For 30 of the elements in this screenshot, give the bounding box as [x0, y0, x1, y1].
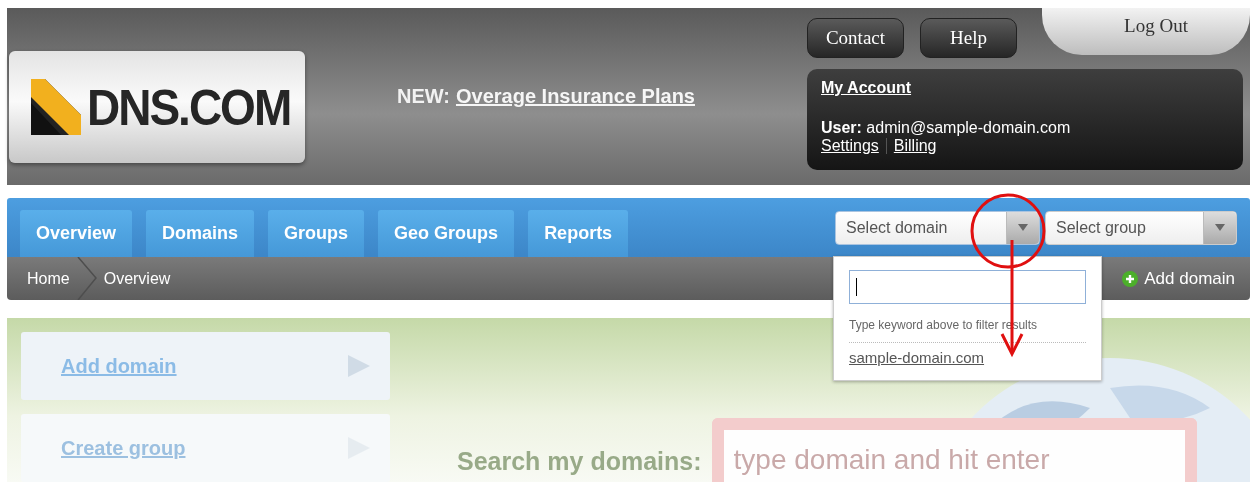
plus-icon: [1122, 270, 1139, 287]
add-domain-link[interactable]: Add domain: [1122, 268, 1235, 289]
breadcrumb-item[interactable]: Overview: [103, 269, 171, 288]
domain-option[interactable]: sample-domain.com: [849, 348, 1086, 366]
select-dropdown[interactable]: Select group: [1045, 210, 1237, 245]
announcement-label: NEW:: [397, 85, 450, 108]
select-dropdown[interactable]: Select domain: [835, 210, 1040, 245]
search-label: Search my domains:: [457, 447, 702, 477]
account-link[interactable]: Billing: [893, 137, 937, 155]
caret-icon: [1215, 224, 1225, 231]
nav-tab[interactable]: Domains: [146, 210, 255, 257]
caret-icon: [1018, 224, 1028, 231]
header-button[interactable]: Help: [920, 18, 1017, 58]
search-field[interactable]: type domain and hit enter: [711, 418, 1197, 482]
filter-input[interactable]: [849, 269, 1086, 304]
account-link[interactable]: Settings: [821, 137, 879, 155]
nav-tab[interactable]: Reports: [528, 210, 629, 257]
header-button[interactable]: Contact: [807, 18, 904, 58]
nav-tab[interactable]: Overview: [20, 210, 133, 257]
breadcrumb-separator: [75, 257, 98, 300]
nav-tab[interactable]: Geo Groups: [378, 210, 515, 257]
logo-stripes-icon: [31, 78, 81, 135]
logo-text: DNS.COM: [87, 76, 291, 137]
my-account-link[interactable]: My Account: [821, 79, 1229, 97]
announcement-link[interactable]: Overage Insurance Plans: [455, 85, 695, 108]
triangle-icon: [348, 355, 370, 377]
nav-tab[interactable]: Groups: [268, 210, 365, 257]
breadcrumb-item[interactable]: Home: [27, 269, 70, 288]
logout-tab[interactable]: Log Out: [1042, 8, 1250, 55]
user-info: User: admin@sample-domain.com: [821, 119, 1072, 137]
